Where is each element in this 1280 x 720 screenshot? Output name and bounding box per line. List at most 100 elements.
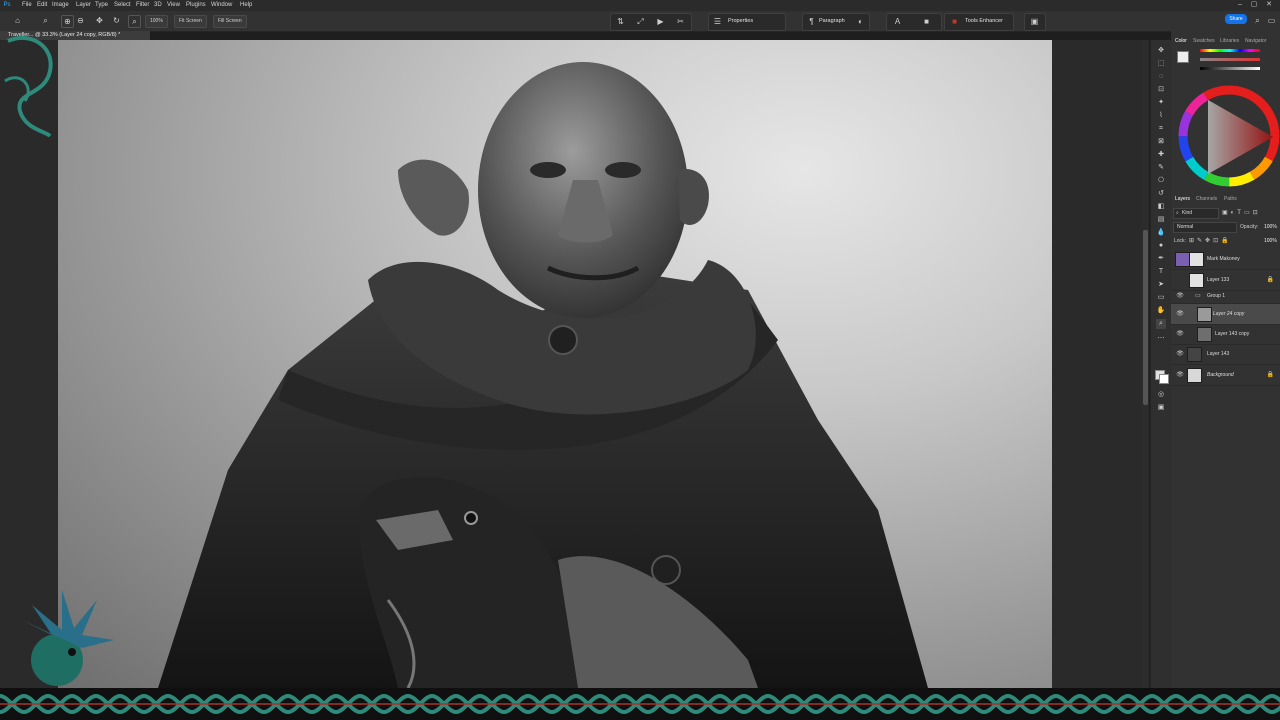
layer-thumbnail <box>1189 252 1204 267</box>
opacity-value[interactable]: 100% <box>1264 224 1277 230</box>
menu-select[interactable]: Select <box>114 2 131 8</box>
blur-tool-icon[interactable]: 💧 <box>1156 228 1166 238</box>
menu-layer[interactable]: Layer <box>76 2 91 8</box>
paragraph-button[interactable]: ¶ Paragraph ◐ <box>802 13 870 31</box>
fg-bg-swatch[interactable] <box>1177 51 1189 63</box>
filter-type-icons[interactable]: ▣◐T▭⊡ <box>1222 209 1261 216</box>
hand-tool-icon[interactable]: ✋ <box>1156 306 1166 316</box>
menu-3d[interactable]: 3D <box>154 2 162 8</box>
zoom-in-icon[interactable]: ⊕ <box>61 15 74 28</box>
menu-help[interactable]: Help <box>240 2 252 8</box>
visibility-eye-icon[interactable]: 👁 <box>1176 310 1184 318</box>
history-icon[interactable]: ◐ <box>855 16 866 27</box>
search-icon[interactable]: ⌕ <box>1252 15 1263 26</box>
close-icon[interactable]: ✕ <box>1265 1 1273 9</box>
scrubby-zoom-icon[interactable]: ⌕ <box>128 15 141 28</box>
extra-tools-icon[interactable]: ⋯ <box>1156 334 1166 344</box>
layer-thumbnail <box>1175 252 1190 267</box>
lock-icons[interactable]: ⊞✎✥⊡🔒 <box>1189 237 1232 244</box>
visibility-eye-icon[interactable]: 👁 <box>1176 330 1184 338</box>
tab-channels[interactable]: Channels <box>1196 196 1217 202</box>
layer-row[interactable]: 👁 Layer 143 copy <box>1171 324 1280 345</box>
transform-icon[interactable]: ⤢ <box>635 16 646 27</box>
menu-window[interactable]: Window <box>211 2 232 8</box>
play-icon[interactable]: ▶ <box>655 16 666 27</box>
color-wheel[interactable] <box>1178 85 1280 187</box>
zoom-tool-sidebar-icon[interactable]: ⌕ <box>1156 319 1166 329</box>
tab-layers[interactable]: Layers <box>1175 196 1190 202</box>
layer-group-row[interactable]: 👁 ▭ Group 1 <box>1171 290 1280 304</box>
shape-tool-icon[interactable]: ▭ <box>1156 293 1166 303</box>
saturation-slider[interactable] <box>1200 58 1260 61</box>
path-select-icon[interactable]: ➤ <box>1156 280 1166 290</box>
menu-type[interactable]: Type <box>95 2 108 8</box>
tab-color[interactable]: Color <box>1175 38 1187 44</box>
fit-screen-button[interactable]: Fit Screen <box>174 15 207 28</box>
scissors-icon[interactable]: ✂ <box>675 16 686 27</box>
mirror-icon[interactable]: ⇅ <box>615 16 626 27</box>
healing-brush-icon[interactable]: ✚ <box>1156 150 1166 160</box>
gradient-tool-icon[interactable]: ▤ <box>1156 215 1166 225</box>
move-tool-icon[interactable]: ✥ <box>1156 46 1166 56</box>
hue-slider[interactable] <box>1200 49 1260 52</box>
properties-button[interactable]: ☰ Properties <box>708 13 786 31</box>
layer-filter[interactable]: ⌕ Kind <box>1173 208 1219 219</box>
frame-tool-icon[interactable]: ⊠ <box>1156 137 1166 147</box>
marquee-tool-icon[interactable]: ⬚ <box>1156 59 1166 69</box>
maximize-icon[interactable]: ▢ <box>1250 1 1258 9</box>
screenshot-icon[interactable]: ▣ <box>1029 16 1040 27</box>
move-icon[interactable]: ✥ <box>94 15 105 26</box>
menu-filter[interactable]: Filter <box>136 2 149 8</box>
tab-paths[interactable]: Paths <box>1224 196 1237 202</box>
rotate-view-icon[interactable]: ↻ <box>111 15 122 26</box>
workspace-icon[interactable]: ▭ <box>1266 15 1277 26</box>
menu-image[interactable]: Image <box>52 2 69 8</box>
canvas-artwork[interactable] <box>58 40 1052 688</box>
tools-enhancer-button[interactable]: ■ Tools Enhancer <box>944 13 1014 31</box>
dodge-tool-icon[interactable]: ● <box>1156 241 1166 251</box>
tab-swatches[interactable]: Swatches <box>1193 38 1215 44</box>
screen-mode-icon[interactable]: ▣ <box>1156 403 1166 413</box>
crop-tool-icon[interactable]: ⌗ <box>1156 124 1166 134</box>
lasso-tool-icon[interactable]: ◌ <box>1156 72 1166 82</box>
visibility-eye-icon[interactable]: 👁 <box>1176 350 1184 358</box>
layer-row[interactable]: 👁 Background 🔒 <box>1171 365 1280 386</box>
menu-edit[interactable]: Edit <box>37 2 47 8</box>
tab-libraries[interactable]: Libraries <box>1220 38 1239 44</box>
eyedropper-icon[interactable]: ⌇ <box>1156 111 1166 121</box>
object-select-icon[interactable]: ⊡ <box>1156 85 1166 95</box>
character-icon[interactable]: A <box>892 16 903 27</box>
quick-mask-icon[interactable]: ◎ <box>1156 390 1166 400</box>
layer-row[interactable]: 👁 Layer 143 <box>1171 344 1280 365</box>
magic-wand-icon[interactable]: ✦ <box>1156 98 1166 108</box>
visibility-eye-icon[interactable]: 👁 <box>1176 292 1184 300</box>
menu-file[interactable]: File <box>22 2 32 8</box>
zoom-out-icon[interactable]: ⊖ <box>75 15 86 26</box>
layer-row[interactable]: Mark Makoney <box>1171 249 1280 270</box>
background-color-swatch[interactable] <box>1159 374 1169 384</box>
pen-tool-icon[interactable]: ✒ <box>1156 254 1166 264</box>
menu-plugins[interactable]: Plugins <box>186 2 206 8</box>
tab-navigator[interactable]: Navigator <box>1245 38 1266 44</box>
menu-view[interactable]: View <box>167 2 180 8</box>
history-brush-icon[interactable]: ↺ <box>1156 189 1166 199</box>
blend-mode-select[interactable]: Normal <box>1173 222 1237 233</box>
fill-screen-button[interactable]: Fill Screen <box>213 15 247 28</box>
fill-value[interactable]: 100% <box>1264 238 1277 244</box>
record-icon[interactable]: ■ <box>921 16 932 27</box>
type-tool-icon[interactable]: T <box>1156 267 1166 277</box>
share-button[interactable]: Share <box>1225 14 1247 24</box>
home-icon[interactable]: ⌂ <box>12 15 23 26</box>
scrollbar-thumb[interactable] <box>1143 230 1148 405</box>
layer-row[interactable]: Layer 133 🔒 <box>1171 270 1280 291</box>
brush-tool-icon[interactable]: ✎ <box>1156 163 1166 173</box>
visibility-eye-icon[interactable]: 👁 <box>1176 371 1184 379</box>
minimize-icon[interactable]: – <box>1236 1 1244 9</box>
color-sliders[interactable] <box>1176 46 1276 80</box>
layer-row-selected[interactable]: 👁 Layer 24 copy <box>1171 304 1280 325</box>
brightness-slider[interactable] <box>1200 67 1260 70</box>
clone-stamp-icon[interactable]: ⎔ <box>1156 176 1166 186</box>
zoom-tool-icon[interactable]: ⌕ <box>40 15 51 26</box>
eraser-tool-icon[interactable]: ◧ <box>1156 202 1166 212</box>
zoom-100-button[interactable]: 100% <box>145 15 168 28</box>
